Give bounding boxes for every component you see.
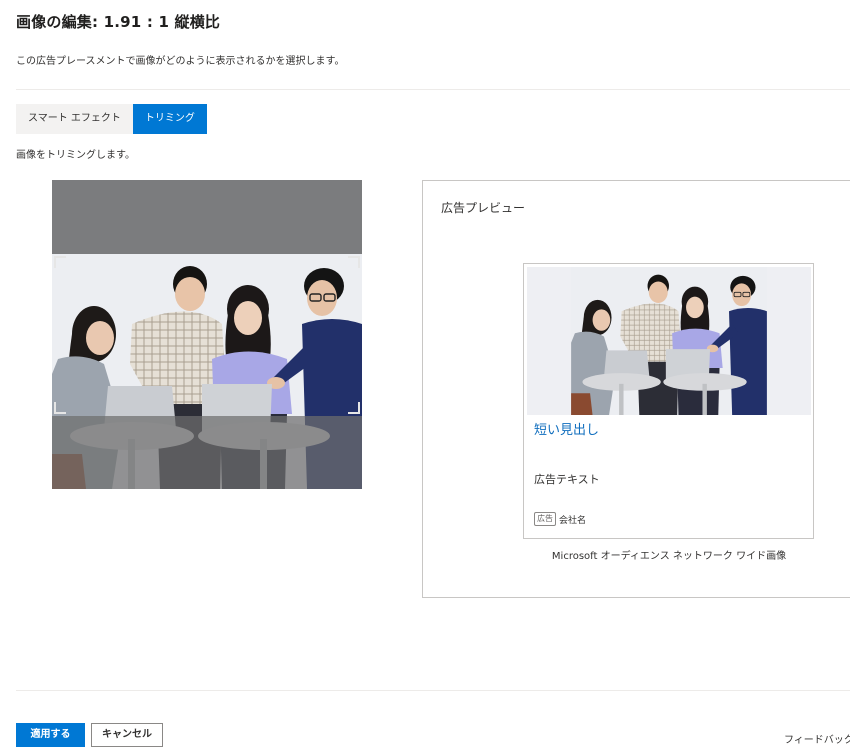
tab-smart-effect[interactable]: スマート エフェクト [16, 104, 133, 134]
feedback-link[interactable]: フィードバックを送 [784, 731, 850, 746]
footer-divider [16, 690, 850, 691]
ad-format-caption: Microsoft オーディエンス ネットワーク ワイド画像 [551, 551, 787, 562]
ad-headline: 短い見出し [534, 423, 600, 438]
ad-text: 広告テキスト [534, 473, 600, 486]
crop-hint: 画像をトリミングします。 [16, 150, 135, 161]
crop-handle-bottom-left[interactable] [54, 402, 66, 414]
header-divider [16, 89, 850, 90]
ad-preview-title: 広告プレビュー [441, 201, 526, 215]
ad-preview-image [527, 267, 811, 415]
ad-preview-card: 短い見出し 広告テキスト 広告 会社名 [523, 263, 814, 539]
page-title: 画像の編集: 1.91 : 1 縦横比 [16, 13, 221, 31]
crop-shade-top [52, 180, 362, 254]
tab-trimming[interactable]: トリミング [132, 104, 207, 134]
crop-handle-bottom-right[interactable] [348, 402, 360, 414]
page-subtitle: この広告プレースメントで画像がどのように表示されるかを選択します。 [16, 56, 345, 67]
cancel-button[interactable]: キャンセル [91, 723, 163, 747]
ad-preview-panel: 広告プレビュー 短い見出し 広告テキスト 広告 会社名 Microsoft オー… [422, 180, 850, 598]
crop-shade-bottom [52, 416, 362, 489]
crop-editor[interactable] [52, 180, 362, 489]
ad-company-name: 会社名 [559, 516, 587, 526]
crop-handle-top-right[interactable] [348, 256, 360, 268]
crop-handle-top-left[interactable] [54, 256, 66, 268]
apply-button[interactable]: 適用する [16, 723, 85, 747]
ad-badge: 広告 [534, 512, 556, 526]
tab-bar: スマート エフェクト トリミング [16, 104, 207, 134]
